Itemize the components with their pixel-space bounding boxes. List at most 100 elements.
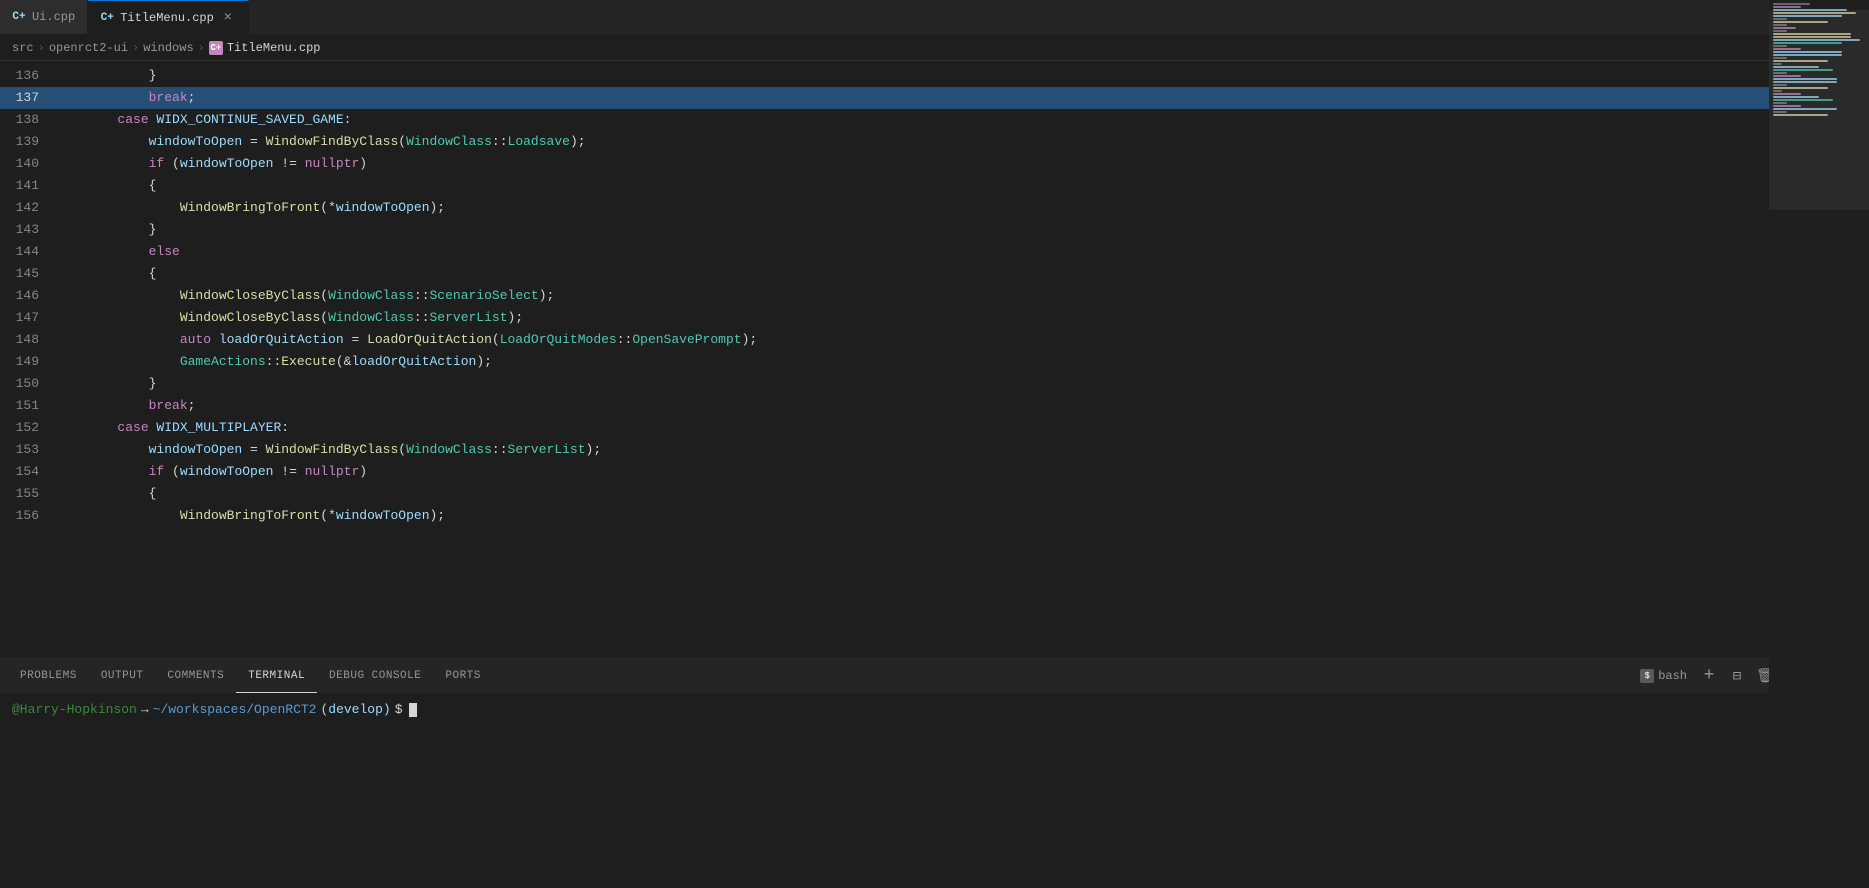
add-terminal-button[interactable]: +: [1697, 664, 1721, 688]
tab-debug-console-label: DEBUG CONSOLE: [329, 670, 421, 682]
line-number-145: 145: [0, 266, 55, 281]
line-content-144: else: [55, 241, 1849, 263]
tab-problems-label: PROBLEMS: [20, 670, 77, 682]
line-number-139: 139: [0, 134, 55, 149]
table-row: 155 {: [0, 483, 1869, 505]
terminal-prompt: @Harry-Hopkinson → ~/workspaces/OpenRCT2…: [12, 702, 1857, 717]
table-row: 144 else: [0, 241, 1869, 263]
line-content-141: {: [55, 175, 1849, 197]
line-content-145: {: [55, 263, 1849, 285]
table-row: 148 auto loadOrQuitAction = LoadOrQuitAc…: [0, 329, 1869, 351]
tab-ports[interactable]: PORTS: [433, 659, 493, 693]
line-content-136: }: [55, 65, 1849, 87]
line-content-138: case WIDX_CONTINUE_SAVED_GAME:: [55, 109, 1849, 131]
panel-tabs: PROBLEMS OUTPUT COMMENTS TERMINAL DEBUG …: [0, 659, 1869, 694]
table-row: 139 windowToOpen = WindowFindByClass(Win…: [0, 131, 1869, 153]
line-number-140: 140: [0, 156, 55, 171]
line-number-156: 156: [0, 508, 55, 523]
line-number-142: 142: [0, 200, 55, 215]
line-number-153: 153: [0, 442, 55, 457]
table-row: 149 GameActions::Execute(&loadOrQuitActi…: [0, 351, 1869, 373]
code-lines: 136 } 137 break; 138 case WIDX_CONTINUE_…: [0, 61, 1869, 527]
line-number-136: 136: [0, 68, 55, 83]
table-row: 138 case WIDX_CONTINUE_SAVED_GAME:: [0, 109, 1869, 131]
table-row: 150 }: [0, 373, 1869, 395]
table-row: 140 if (windowToOpen != nullptr): [0, 153, 1869, 175]
line-number-147: 147: [0, 310, 55, 325]
line-content-143: }: [55, 219, 1849, 241]
table-row: 136 }: [0, 65, 1869, 87]
minimap-viewport[interactable]: [1769, 61, 1869, 210]
line-number-152: 152: [0, 420, 55, 435]
table-row: 153 windowToOpen = WindowFindByClass(Win…: [0, 439, 1869, 461]
breadcrumb-src[interactable]: src: [12, 41, 34, 55]
tab-titlemenu-cpp[interactable]: C+ TitleMenu.cpp ×: [88, 0, 249, 34]
table-row: 156 WindowBringToFront(*windowToOpen);: [0, 505, 1869, 527]
line-number-143: 143: [0, 222, 55, 237]
line-content-155: {: [55, 483, 1849, 505]
table-row: 154 if (windowToOpen != nullptr): [0, 461, 1869, 483]
tab-ui-cpp-label: Ui.cpp: [32, 10, 75, 24]
tab-output[interactable]: OUTPUT: [89, 659, 156, 693]
close-tab-button[interactable]: ×: [220, 10, 236, 26]
line-number-141: 141: [0, 178, 55, 193]
breadcrumb-openrct2-ui[interactable]: openrct2-ui: [49, 41, 128, 55]
line-number-155: 155: [0, 486, 55, 501]
split-terminal-button[interactable]: ⊟: [1725, 664, 1749, 688]
terminal-branch: (develop): [320, 702, 390, 717]
minimap[interactable]: [1769, 61, 1869, 658]
line-number-148: 148: [0, 332, 55, 347]
table-row: 143 }: [0, 219, 1869, 241]
line-number-144: 144: [0, 244, 55, 259]
line-content-137: break;: [55, 87, 1849, 109]
tab-titlemenu-cpp-label: TitleMenu.cpp: [120, 11, 214, 25]
bash-icon: $: [1640, 669, 1654, 683]
table-row: 142 WindowBringToFront(*windowToOpen);: [0, 197, 1869, 219]
cpp-file-icon-2: C+: [100, 11, 114, 25]
line-number-151: 151: [0, 398, 55, 413]
tab-debug-console[interactable]: DEBUG CONSOLE: [317, 659, 433, 693]
table-row: 146 WindowCloseByClass(WindowClass::Scen…: [0, 285, 1869, 307]
tab-ui-cpp[interactable]: C+ Ui.cpp: [0, 0, 88, 34]
line-content-148: auto loadOrQuitAction = LoadOrQuitAction…: [55, 329, 1849, 351]
line-content-150: }: [55, 373, 1849, 395]
breadcrumb-file-icon: C+: [209, 41, 223, 55]
line-content-154: if (windowToOpen != nullptr): [55, 461, 1849, 483]
line-content-153: windowToOpen = WindowFindByClass(WindowC…: [55, 439, 1849, 461]
line-number-149: 149: [0, 354, 55, 369]
line-content-151: break;: [55, 395, 1849, 417]
line-content-142: WindowBringToFront(*windowToOpen);: [55, 197, 1849, 219]
tab-problems[interactable]: PROBLEMS: [8, 659, 89, 693]
table-row: 137 break;: [0, 87, 1869, 109]
breadcrumb-windows[interactable]: windows: [143, 41, 193, 55]
bash-label-text: bash: [1658, 669, 1687, 683]
line-content-147: WindowCloseByClass(WindowClass::ServerLi…: [55, 307, 1849, 329]
table-row: 141 {: [0, 175, 1869, 197]
line-number-138: 138: [0, 112, 55, 127]
breadcrumb-sep-3: ›: [198, 41, 205, 55]
tab-comments-label: COMMENTS: [167, 670, 224, 682]
line-number-150: 150: [0, 376, 55, 391]
line-content-140: if (windowToOpen != nullptr): [55, 153, 1849, 175]
line-content-152: case WIDX_MULTIPLAYER:: [55, 417, 1849, 439]
terminal-user: @Harry-Hopkinson: [12, 702, 137, 717]
code-area[interactable]: 136 } 137 break; 138 case WIDX_CONTINUE_…: [0, 61, 1869, 658]
line-content-156: WindowBringToFront(*windowToOpen);: [55, 505, 1849, 527]
tab-bar: C+ Ui.cpp C+ TitleMenu.cpp × ⊞ ···: [0, 0, 1869, 35]
line-number-154: 154: [0, 464, 55, 479]
tab-terminal[interactable]: TERMINAL: [236, 659, 317, 693]
cpp-file-icon: C+: [12, 10, 26, 24]
line-content-146: WindowCloseByClass(WindowClass::Scenario…: [55, 285, 1849, 307]
bottom-panel: PROBLEMS OUTPUT COMMENTS TERMINAL DEBUG …: [0, 658, 1869, 888]
line-content-139: windowToOpen = WindowFindByClass(WindowC…: [55, 131, 1849, 153]
bash-label[interactable]: $ bash: [1634, 664, 1693, 688]
line-number-146: 146: [0, 288, 55, 303]
breadcrumb-filename[interactable]: TitleMenu.cpp: [227, 41, 321, 55]
line-content-149: GameActions::Execute(&loadOrQuitAction);: [55, 351, 1849, 373]
terminal-content[interactable]: @Harry-Hopkinson → ~/workspaces/OpenRCT2…: [0, 694, 1869, 888]
table-row: 151 break;: [0, 395, 1869, 417]
breadcrumb-sep-2: ›: [132, 41, 139, 55]
tab-terminal-label: TERMINAL: [248, 670, 305, 682]
terminal-arrow: →: [141, 702, 149, 717]
tab-comments[interactable]: COMMENTS: [155, 659, 236, 693]
